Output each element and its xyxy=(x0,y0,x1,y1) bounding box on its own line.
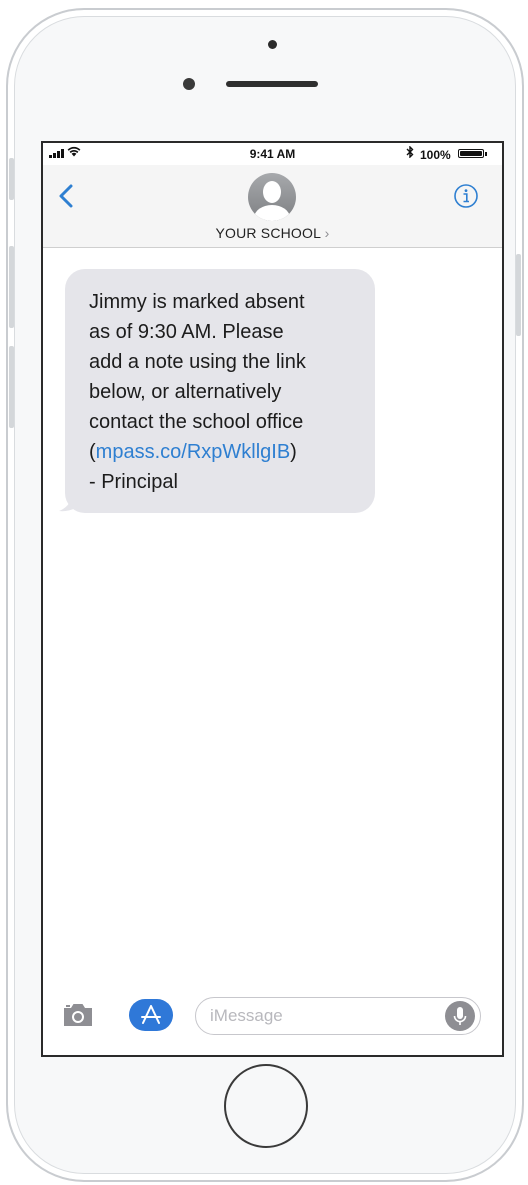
person-silhouette-icon[interactable] xyxy=(248,173,296,221)
power-button xyxy=(516,254,521,336)
battery-level-fill xyxy=(460,151,482,156)
message-line: as of 9:30 AM. Please xyxy=(89,321,284,343)
volume-down-button xyxy=(9,346,14,428)
paren-close: ) xyxy=(290,441,297,463)
chevron-left-icon[interactable] xyxy=(53,179,81,213)
message-line: below, or alternatively xyxy=(89,381,282,403)
contact-name-label: YOUR SCHOOL xyxy=(215,225,321,241)
phone-screen: 9:41 AM 100% YOUR SCHOOL › Jimmy is mark… xyxy=(41,141,504,1057)
proximity-sensor xyxy=(183,78,195,90)
message-link-line: (mpass.co/RxpWkllgIB) xyxy=(89,437,357,467)
chevron-right-icon: › xyxy=(320,225,330,241)
message-signature: - Principal xyxy=(89,471,178,493)
message-bubble: Jimmy is marked absent as of 9:30 AM. Pl… xyxy=(65,269,375,513)
message-input[interactable] xyxy=(195,997,481,1035)
battery-icon xyxy=(458,149,487,158)
camera-icon[interactable] xyxy=(61,1001,95,1029)
contact-name[interactable]: YOUR SCHOOL › xyxy=(43,225,502,241)
message-line: contact the school office xyxy=(89,411,304,433)
silent-switch xyxy=(9,158,14,200)
paren-open: ( xyxy=(89,441,96,463)
message-line: add a note using the link xyxy=(89,351,306,373)
front-camera xyxy=(268,40,277,49)
message-line: Jimmy is marked absent xyxy=(89,291,305,313)
home-button[interactable] xyxy=(224,1064,308,1148)
bluetooth-icon xyxy=(406,145,414,161)
conversation-header: YOUR SCHOOL › xyxy=(43,165,502,248)
info-icon[interactable] xyxy=(453,183,479,209)
app-store-icon[interactable] xyxy=(129,999,173,1031)
message-composer xyxy=(43,983,502,1053)
earpiece-speaker xyxy=(226,81,318,87)
absence-note-link[interactable]: mpass.co/RxpWkllgIB xyxy=(96,441,291,463)
microphone-icon[interactable] xyxy=(445,1001,475,1031)
battery-percent: 100% xyxy=(420,148,451,162)
volume-up-button xyxy=(9,246,14,328)
status-bar: 9:41 AM 100% xyxy=(43,143,502,165)
